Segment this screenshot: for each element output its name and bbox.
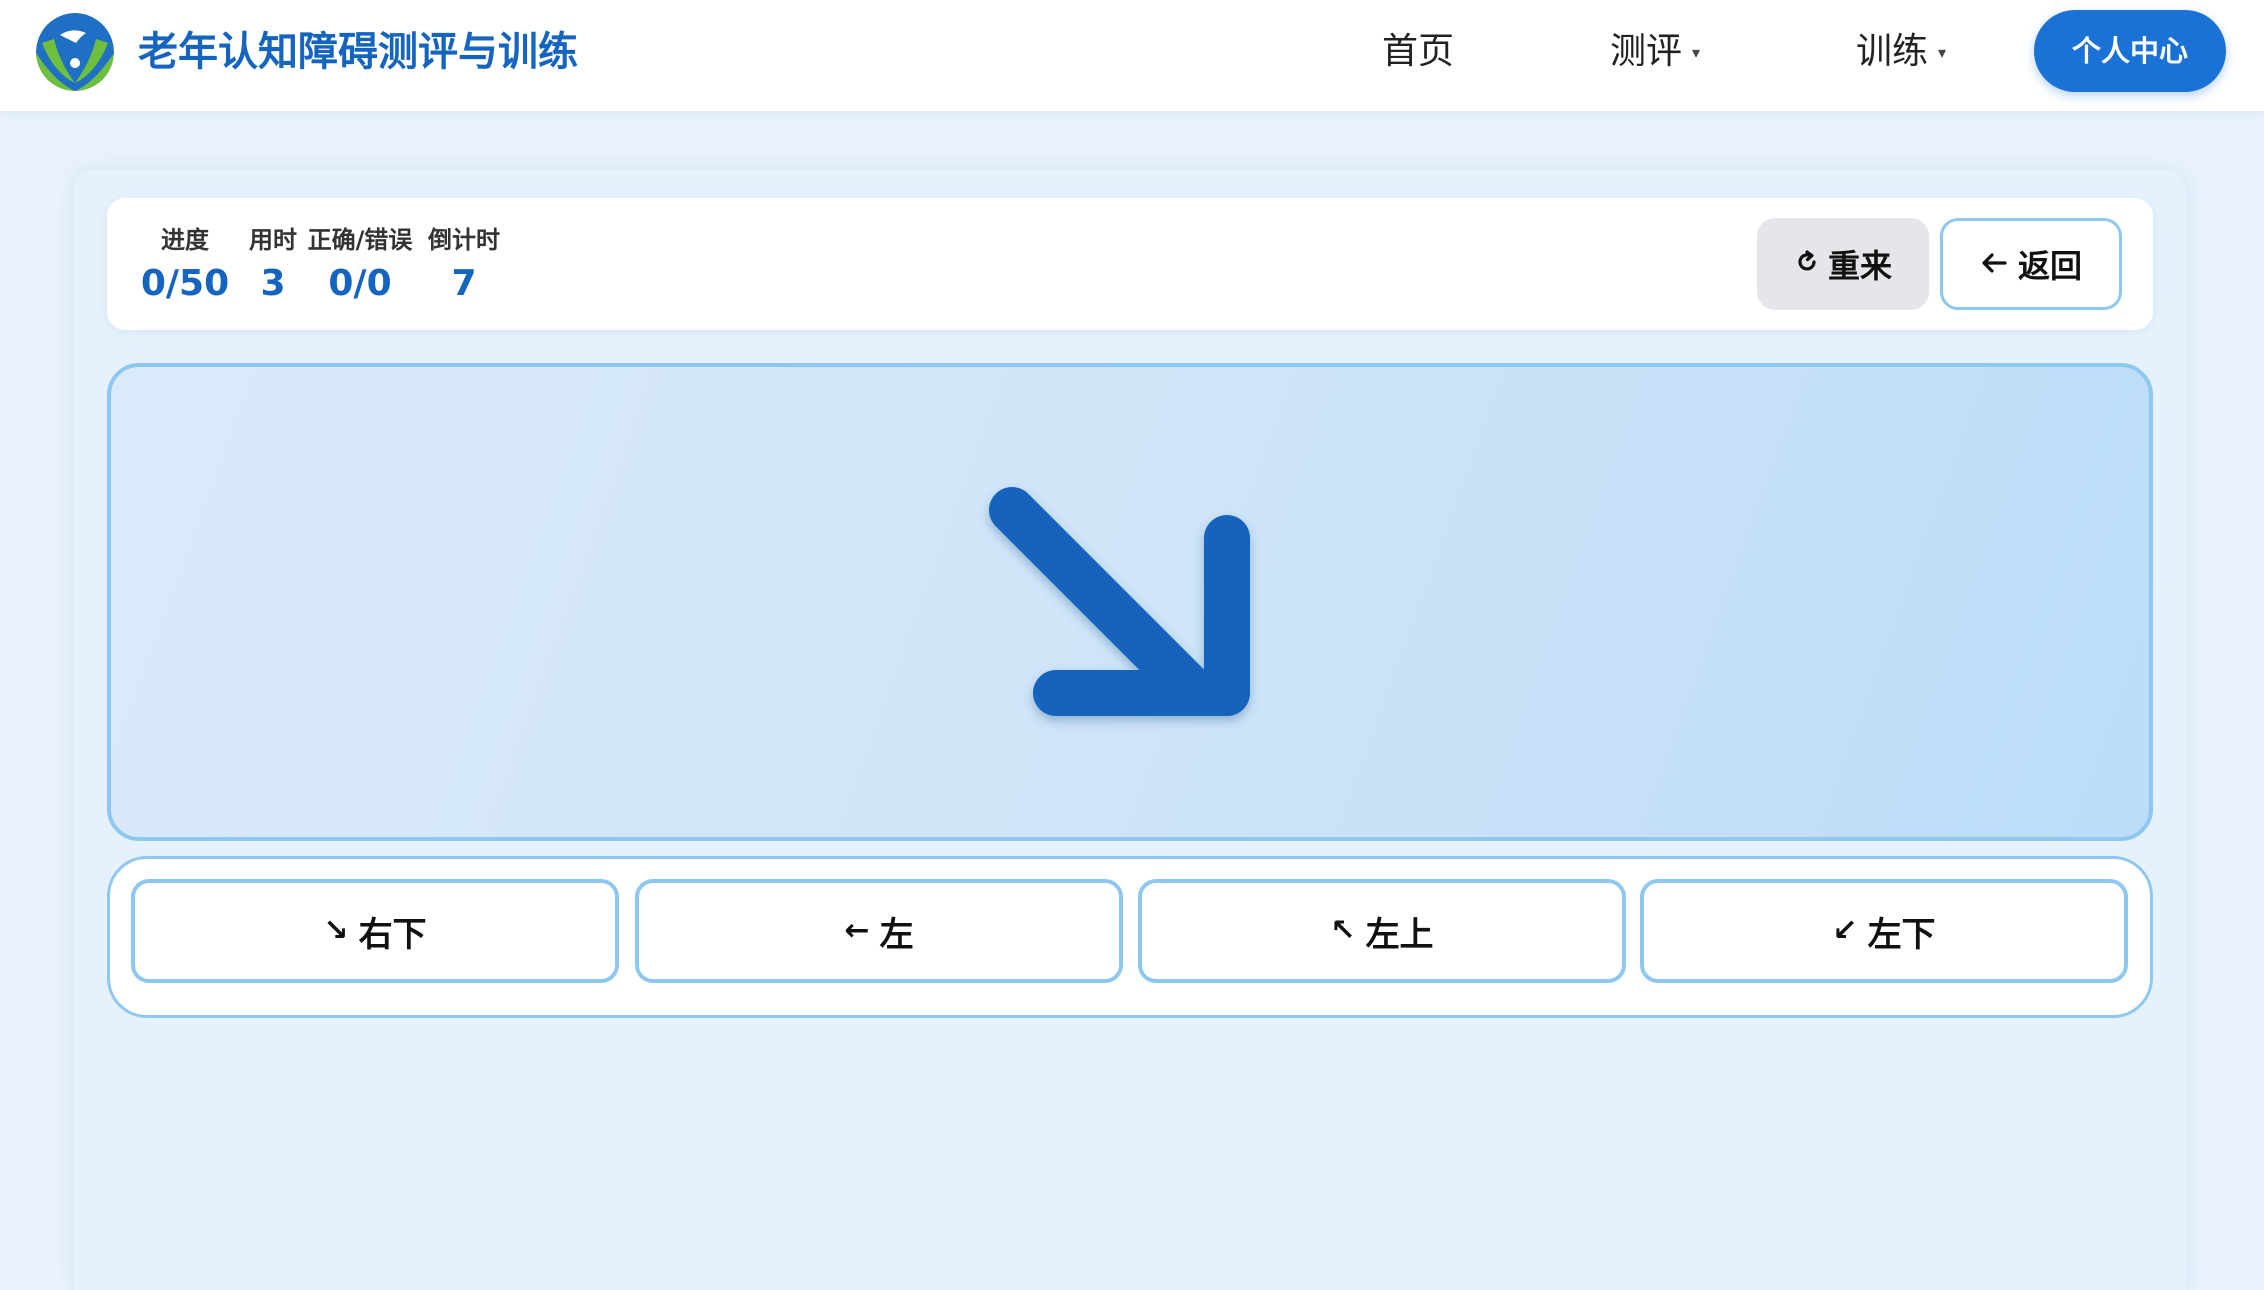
dropdown-caret-icon: ▾ — [1692, 43, 1701, 62]
arrow-down-right-icon — [989, 487, 1250, 716]
option-label: 左下 — [1867, 914, 1936, 955]
app-title: 老年认知障碍测评与训练 — [138, 29, 578, 75]
nav-home[interactable]: 首页 — [1382, 24, 1454, 80]
option-down-left[interactable]: ↙ 左下 — [1640, 879, 2128, 983]
option-label: 左上 — [1365, 914, 1434, 955]
arrow-left-icon — [1980, 245, 2008, 283]
option-down-right[interactable]: ↘ 右下 — [131, 879, 619, 983]
nav-training[interactable]: 训练 ▾ — [1856, 24, 1946, 80]
app-logo-icon[interactable] — [36, 13, 114, 91]
arrow-down-left-icon: ↙ — [1832, 913, 1858, 948]
refresh-icon — [1794, 245, 1820, 283]
nav-training-label: 训练 — [1856, 31, 1929, 72]
back-label: 返回 — [2017, 247, 2082, 285]
nav-assessment-label: 测评 — [1610, 31, 1683, 72]
stat-correct: 正确/错误 0/0 — [305, 220, 415, 304]
restart-label: 重来 — [1827, 247, 1892, 285]
stat-correct-label: 正确/错误 — [307, 226, 413, 254]
stat-time: 用时 3 — [233, 220, 313, 304]
back-button[interactable]: 返回 — [1940, 218, 2122, 310]
restart-button[interactable]: 重来 — [1757, 218, 1929, 310]
arrow-up-left-icon: ↖ — [1330, 913, 1356, 948]
arrow-down-right-icon: ↘ — [323, 913, 349, 948]
profile-button[interactable]: 个人中心 — [2034, 10, 2226, 92]
arrow-left-icon: ← — [844, 913, 870, 948]
stat-progress-value: 0/50 — [140, 263, 230, 304]
top-navbar: 老年认知障碍测评与训练 首页 测评 ▾ 训练 ▾ 个人中心 — [0, 0, 2264, 111]
option-label: 右下 — [358, 914, 427, 955]
nav-home-label: 首页 — [1382, 31, 1455, 72]
stat-progress-label: 进度 — [161, 226, 209, 254]
stat-countdown-label: 倒计时 — [428, 226, 500, 254]
stat-countdown-value: 7 — [451, 263, 477, 304]
nav-assessment[interactable]: 测评 ▾ — [1610, 24, 1700, 80]
stat-progress: 进度 0/50 — [137, 220, 233, 304]
option-left[interactable]: ← 左 — [635, 879, 1123, 983]
stat-time-value: 3 — [260, 263, 286, 304]
option-up-left[interactable]: ↖ 左上 — [1138, 879, 1626, 983]
option-label: 左 — [879, 914, 914, 955]
stat-correct-value: 0/0 — [328, 263, 392, 304]
stat-time-label: 用时 — [249, 226, 297, 254]
stat-countdown: 倒计时 7 — [419, 220, 509, 304]
dropdown-caret-icon: ▾ — [1938, 43, 1947, 62]
